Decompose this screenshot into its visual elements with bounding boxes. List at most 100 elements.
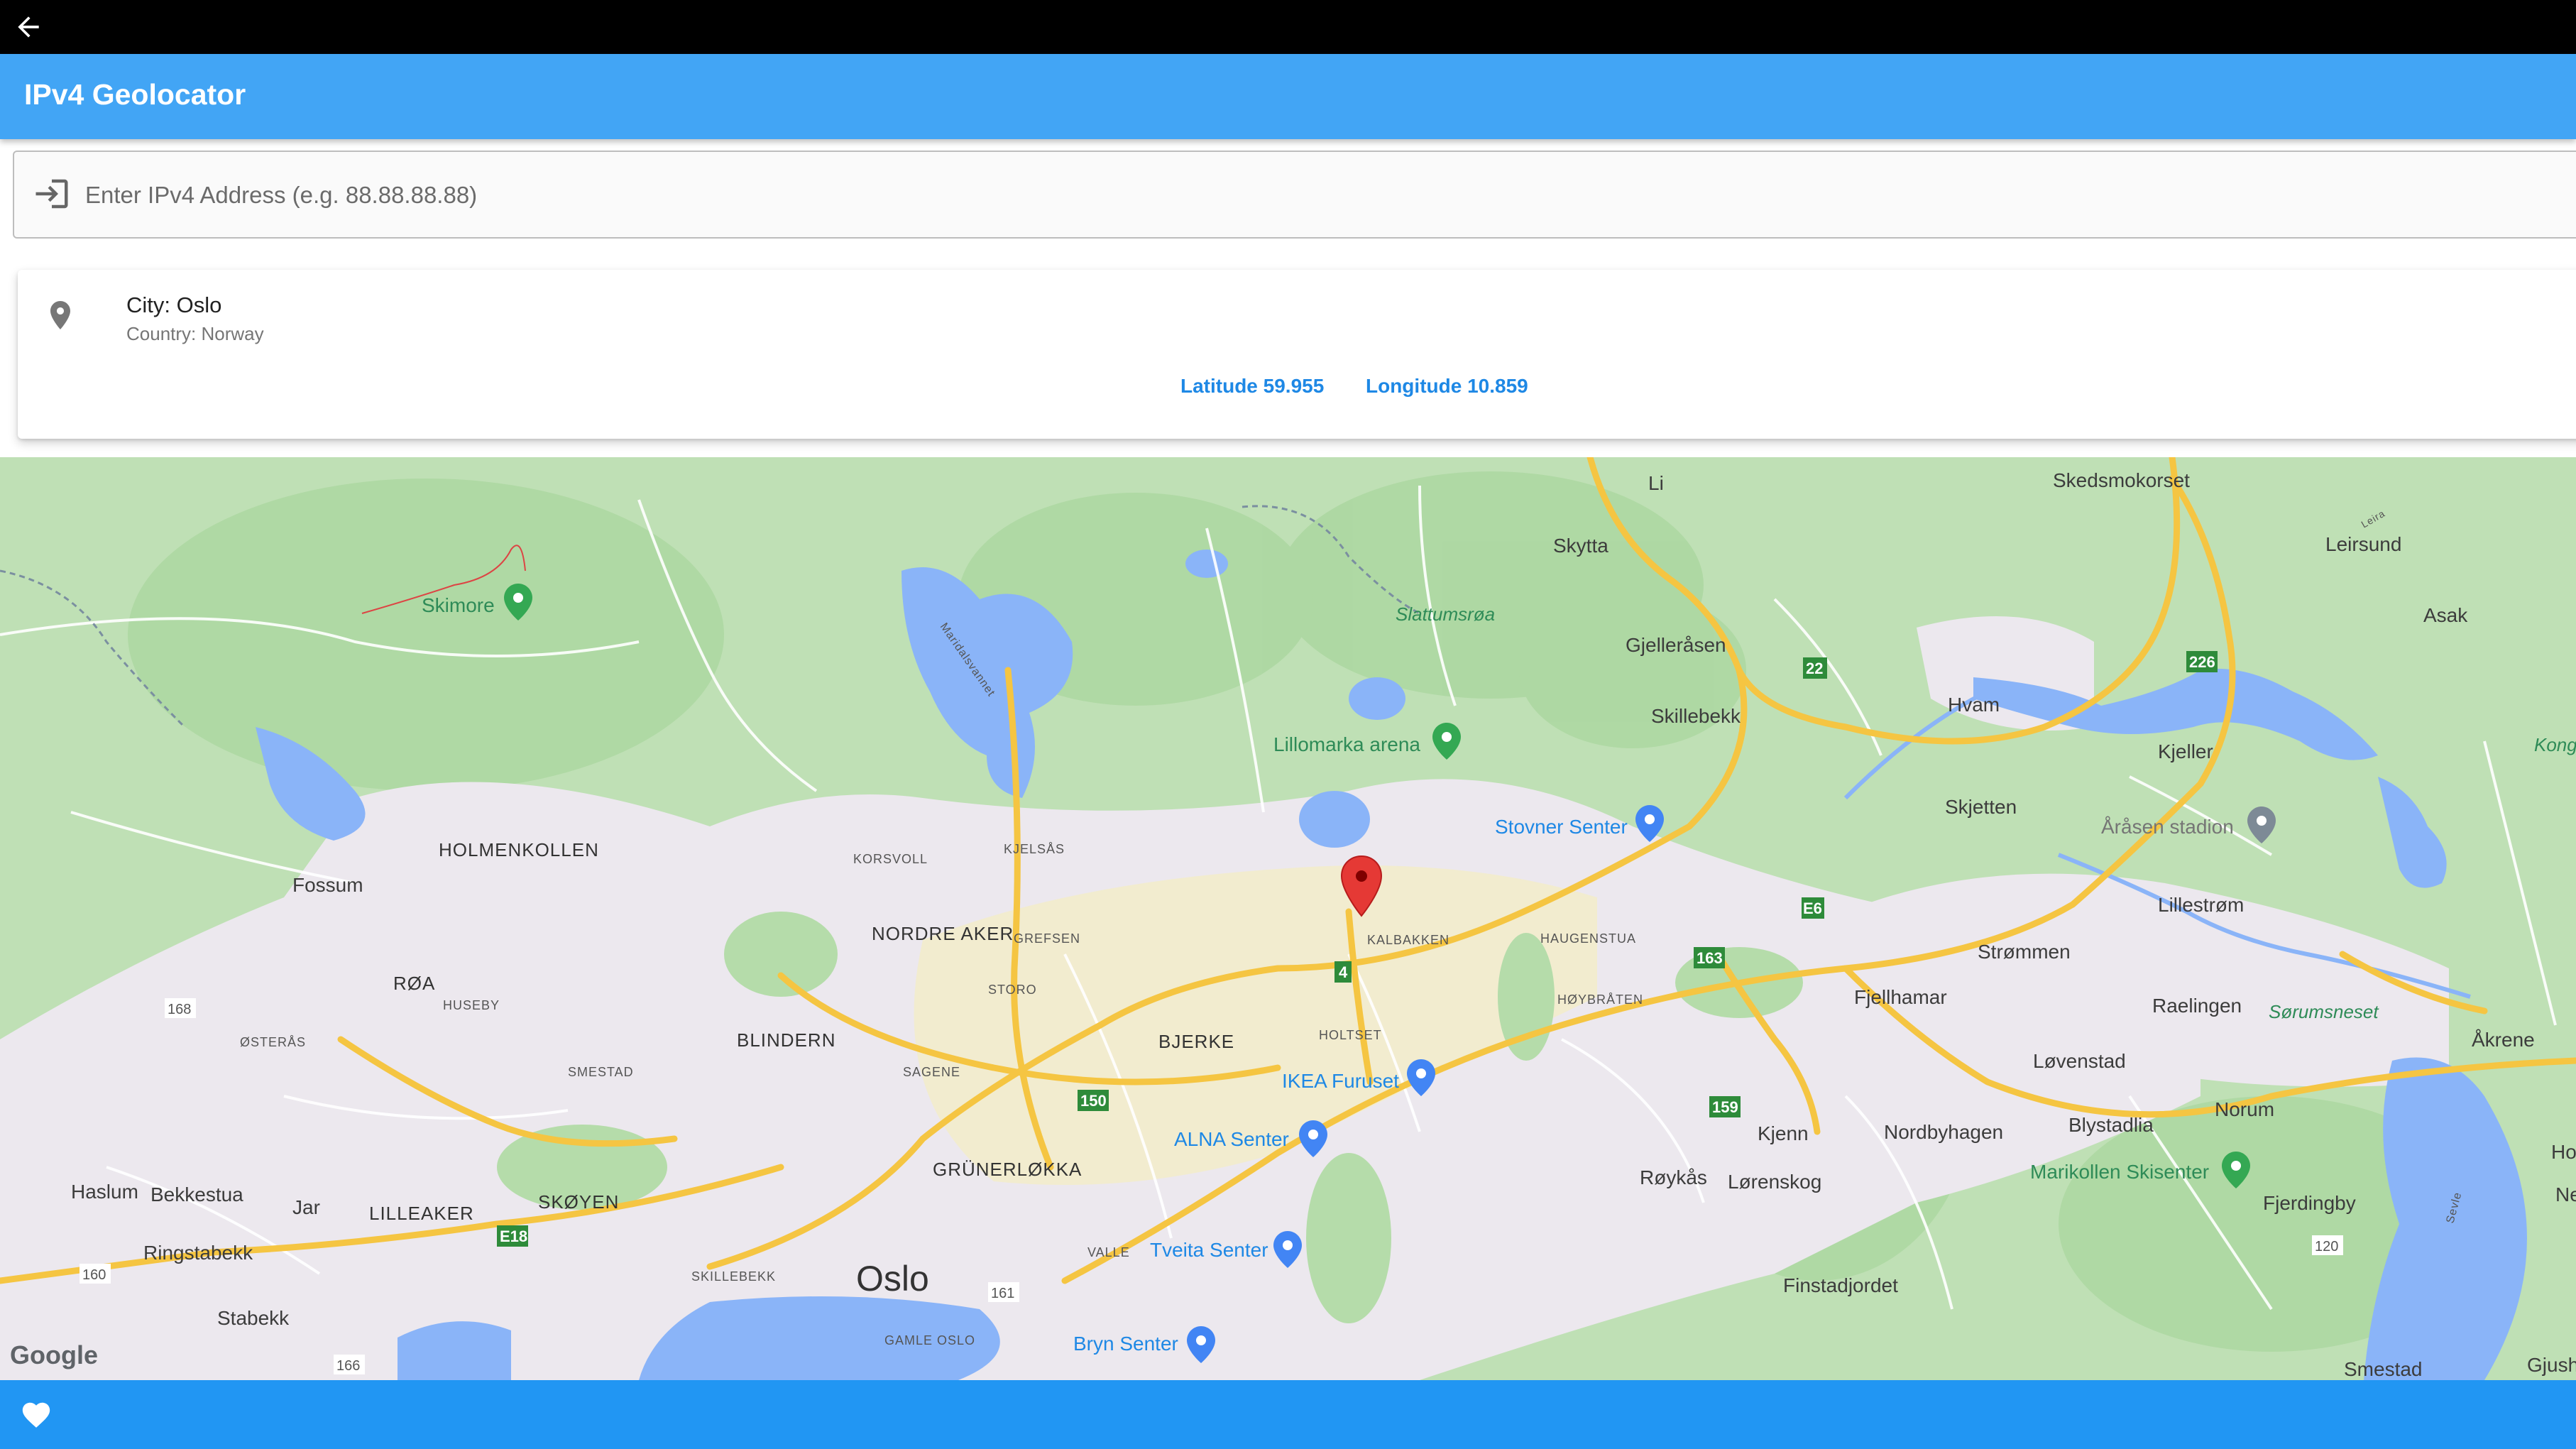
login-icon (35, 179, 68, 209)
map-label-blystadlia: Blystadlia (2068, 1114, 2154, 1136)
map-label-skoyen: SKØYEN (538, 1191, 619, 1213)
google-logo: Google (10, 1340, 98, 1370)
road-shield-168: 168 (168, 1002, 191, 1017)
map-label-nordre-aker: NORDRE AKER (872, 923, 1014, 944)
road-shield-163: 163 (1697, 949, 1723, 967)
map-label-skedsmokorset: Skedsmokorset (2053, 469, 2190, 491)
map-label-akrene: Åkrene (2472, 1029, 2535, 1051)
map-label-bjerke: BJERKE (1158, 1031, 1234, 1052)
map-label-lorenskog: Lørenskog (1728, 1171, 1821, 1193)
map-label-smestad: Smestad (2344, 1358, 2423, 1380)
road-shield-22: 22 (1806, 660, 1823, 677)
road-shield-160: 160 (82, 1267, 106, 1283)
map-label-haslum: Haslum (71, 1181, 138, 1203)
map-label-smestad-upper: SMESTAD (568, 1065, 634, 1079)
map-label-kjelsas: KJELSÅS (1004, 842, 1065, 856)
map-label-sagene: SAGENE (903, 1065, 960, 1079)
map-label-gjush: Gjush (2527, 1354, 2576, 1376)
heart-icon[interactable] (18, 1399, 54, 1431)
map-label-hvam: Hvam (1948, 694, 2000, 716)
map-label-huseby: HUSEBY (443, 998, 500, 1012)
map-view[interactable]: 22 226 E6 163 4 150 159 E18 168 160 161 … (0, 457, 2576, 1380)
map-label-blindern: BLINDERN (737, 1029, 835, 1051)
map-label-kjenn: Kjenn (1758, 1122, 1809, 1144)
map-label-kjeller: Kjeller (2158, 740, 2213, 762)
map-label-roa: RØA (393, 973, 435, 994)
map-label-skytta: Skytta (1553, 535, 1608, 557)
poi-label-tveita: Tveita Senter (1150, 1239, 1268, 1261)
country-text: Country: Norway (126, 323, 264, 344)
status-bar (0, 0, 2576, 54)
map-label-oslo: Oslo (856, 1259, 929, 1298)
map-label-kong: Kong (2534, 734, 2576, 755)
map-label-lilleaker: LILLEAKER (369, 1203, 474, 1224)
map-label-holmenkollen: HOLMENKOLLEN (439, 839, 599, 860)
map-label-leirsund: Leirsund (2325, 533, 2401, 555)
map-label-valle: VALLE (1087, 1245, 1130, 1259)
road-shield-159: 159 (1712, 1098, 1738, 1116)
map-label-strommen: Strømmen (1978, 941, 2071, 963)
map-label-holtset: HOLTSET (1319, 1028, 1382, 1042)
map-label-bekkestua: Bekkestua (150, 1183, 243, 1205)
map-label-skillebekk-lower: SKILLEBEKK (691, 1269, 776, 1284)
road-shield-226: 226 (2189, 653, 2215, 671)
arrow-back-icon[interactable] (13, 11, 44, 43)
map-label-fjerdingby: Fjerdingby (2263, 1192, 2356, 1214)
location-card: City: Oslo Country: Norway Latitude 59.9… (18, 270, 2576, 439)
map-label-ringstabekk: Ringstabekk (143, 1242, 253, 1264)
map-label-jar: Jar (292, 1196, 320, 1218)
map-label-stabekk: Stabekk (217, 1307, 290, 1329)
road-shield-4: 4 (1339, 963, 1348, 981)
ip-address-input[interactable] (84, 168, 2429, 223)
latitude-button[interactable]: Latitude 59.955 (1180, 375, 1324, 398)
poi-label-arasen: Åråsen stadion (2101, 816, 2234, 838)
map-label-gamle-oslo: GAMLE OSLO (884, 1333, 975, 1347)
poi-label-bryn: Bryn Senter (1073, 1333, 1178, 1355)
map-label-fossum: Fossum (292, 874, 363, 896)
road-shield-120: 120 (2315, 1239, 2338, 1254)
poi-label-lillomarka: Lillomarka arena (1273, 733, 1420, 755)
poi-label-stovner: Stovner Senter (1495, 816, 1628, 838)
map-label-haugenstua: HAUGENSTUA (1540, 931, 1636, 946)
map-label-raelingen: Raelingen (2152, 995, 2242, 1017)
map-label-lillestrom: Lillestrøm (2158, 894, 2244, 916)
map-label-hoybraten: HØYBRÅTEN (1557, 993, 1643, 1007)
road-shield-e6: E6 (1803, 900, 1822, 917)
poi-label-skimore: Skimore (422, 594, 495, 616)
map-label-ho: Ho (2551, 1141, 2576, 1163)
map-canvas[interactable]: 22 226 E6 163 4 150 159 E18 168 160 161 … (0, 457, 2576, 1380)
road-shield-166: 166 (336, 1358, 360, 1374)
city-text: City: Oslo (126, 292, 222, 317)
longitude-button[interactable]: Longitude 10.859 (1366, 375, 1528, 398)
app-title: IPv4 Geolocator (24, 78, 246, 111)
map-label-nordbyhagen: Nordbyhagen (1884, 1121, 2003, 1143)
app-bar: IPv4 Geolocator (0, 54, 2576, 139)
map-label-lovenstad: Løvenstad (2033, 1050, 2126, 1072)
map-label-skillebekk: Skillebekk (1651, 705, 1741, 727)
poi-label-alna: ALNA Senter (1174, 1128, 1289, 1150)
poi-label-marikollen: Marikollen Skisenter (2030, 1161, 2209, 1183)
ip-input-field[interactable] (13, 151, 2576, 239)
map-label-korsvoll: KORSVOLL (853, 852, 928, 866)
map-label-grunerlokka: GRÜNERLØKKA (933, 1159, 1082, 1180)
map-label-li: Li (1648, 472, 1664, 494)
map-label-norum: Norum (2215, 1098, 2274, 1120)
map-label-fjellhamar: Fjellhamar (1854, 986, 1947, 1008)
poi-label-ikea: IKEA Furuset (1282, 1070, 1399, 1092)
map-label-kalbakken: KALBAKKEN (1367, 933, 1449, 947)
map-label-sorumsneset: Sørumsneset (2269, 1001, 2379, 1022)
map-label-gjellerasen: Gjelleråsen (1626, 634, 1726, 656)
google-logo-text: Google (10, 1340, 98, 1369)
road-shield-161: 161 (991, 1286, 1014, 1301)
map-label-asak: Asak (2423, 604, 2468, 626)
map-label-grefsen: GREFSEN (1014, 931, 1080, 946)
bottom-bar (0, 1380, 2576, 1449)
map-label-slattumsroa: Slattumsrøa (1396, 603, 1495, 625)
road-shield-150: 150 (1080, 1092, 1107, 1110)
road-shield-e18: E18 (500, 1227, 527, 1245)
location-pin-icon (50, 301, 70, 329)
map-label-storo: STORO (988, 983, 1037, 997)
map-label-finstadjordet: Finstadjordet (1783, 1274, 1898, 1296)
map-label-ne: Ne (2555, 1183, 2576, 1205)
map-label-skjetten: Skjetten (1945, 796, 2017, 818)
